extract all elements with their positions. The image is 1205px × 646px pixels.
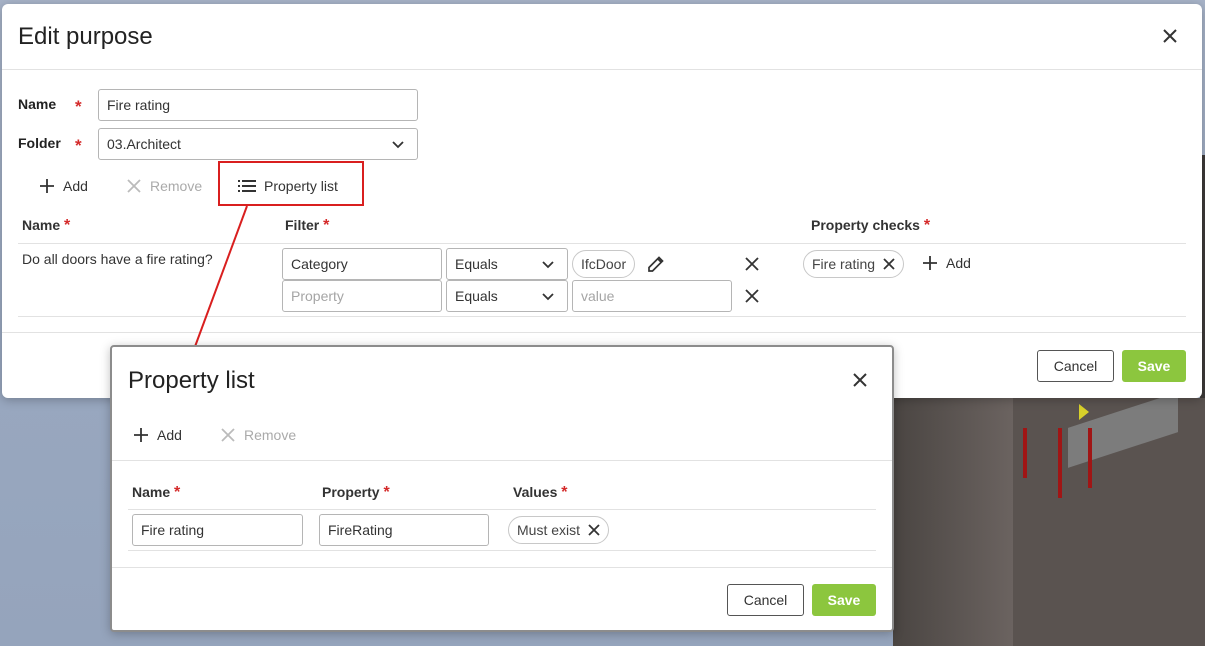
required-icon: * — [923, 217, 931, 234]
purpose-name-cell: Do all doors have a fire rating? — [22, 251, 213, 267]
add-property-check-button[interactable]: Add — [922, 255, 971, 271]
property-check-chip: Fire rating — [803, 250, 905, 278]
column-header-values: Values * — [513, 484, 568, 501]
remove-button[interactable]: Remove — [220, 427, 296, 443]
pencil-icon[interactable] — [647, 255, 665, 273]
column-header-name: Name * — [132, 484, 181, 501]
required-icon: * — [174, 484, 181, 501]
filter-property-input[interactable]: Category — [282, 248, 442, 280]
property-list-highlight-box — [218, 161, 364, 206]
add-label: Add — [157, 427, 182, 443]
dialog-header: Edit purpose — [2, 4, 1202, 70]
operator-value: Equals — [455, 288, 498, 304]
close-icon[interactable] — [588, 524, 600, 536]
column-header-property: Property * — [322, 484, 390, 501]
folder-select[interactable]: 03.Architect — [98, 128, 418, 160]
plus-icon — [40, 179, 54, 193]
chevron-down-icon — [542, 261, 554, 269]
cancel-button[interactable]: Cancel — [727, 584, 804, 616]
close-icon[interactable] — [883, 258, 895, 270]
toolbar-divider — [112, 460, 892, 461]
required-icon: * — [383, 484, 390, 501]
3d-model-view — [893, 392, 1205, 646]
column-header-property-checks: Property checks * — [811, 217, 931, 234]
row-divider — [18, 316, 1186, 317]
operator-value: Equals — [455, 256, 498, 272]
add-label: Add — [63, 178, 88, 194]
filter-operator-select[interactable]: Equals — [446, 248, 568, 280]
add-button[interactable]: Add — [133, 427, 182, 443]
cancel-button[interactable]: Cancel — [1037, 350, 1114, 382]
folder-label: Folder — [18, 135, 61, 151]
column-header-filter: Filter * — [285, 217, 330, 234]
required-icon: * — [64, 217, 71, 234]
close-icon[interactable] — [850, 370, 870, 390]
footer-divider — [2, 332, 1202, 333]
dialog-title: Edit purpose — [18, 23, 153, 50]
save-button[interactable]: Save — [1122, 350, 1186, 382]
remove-label: Remove — [150, 178, 203, 194]
header-divider — [128, 509, 876, 510]
row-divider — [128, 550, 876, 551]
required-icon: * — [75, 136, 82, 155]
remove-filter-icon[interactable] — [743, 287, 761, 305]
name-label: Name — [18, 96, 57, 112]
chevron-down-icon — [542, 293, 554, 301]
chevron-down-icon — [392, 141, 404, 149]
footer-divider — [112, 567, 892, 568]
close-icon — [127, 179, 141, 193]
folder-value: 03.Architect — [107, 136, 181, 152]
property-input[interactable]: FireRating — [319, 514, 489, 546]
name-input[interactable]: Fire rating — [98, 89, 418, 121]
header-divider — [18, 243, 1186, 244]
filter-value-input[interactable]: value — [572, 280, 732, 312]
required-icon: * — [75, 97, 82, 116]
required-icon: * — [323, 217, 330, 234]
add-button[interactable]: Add — [39, 178, 88, 194]
dialog-title: Property list — [128, 367, 255, 394]
property-list-dialog: Property list Add Remove Name * Property… — [110, 345, 894, 632]
remove-label: Remove — [244, 427, 297, 443]
value-chip: Must exist — [508, 516, 610, 544]
plus-icon — [923, 256, 937, 270]
filter-value-chip: IfcDoor — [572, 250, 636, 278]
remove-filter-icon[interactable] — [743, 255, 761, 273]
edit-purpose-dialog: Edit purpose Name * Fire rating Folder *… — [2, 4, 1202, 398]
property-name-input[interactable]: Fire rating — [132, 514, 303, 546]
filter-operator-select[interactable]: Equals — [446, 280, 568, 312]
add-label: Add — [946, 255, 971, 271]
close-icon — [221, 428, 235, 442]
save-button[interactable]: Save — [812, 584, 876, 616]
remove-button[interactable]: Remove — [126, 178, 202, 194]
close-icon[interactable] — [1160, 26, 1180, 46]
plus-icon — [134, 428, 148, 442]
required-icon: * — [561, 484, 568, 501]
filter-property-input[interactable]: Property — [282, 280, 442, 312]
column-header-name: Name * — [22, 217, 71, 234]
